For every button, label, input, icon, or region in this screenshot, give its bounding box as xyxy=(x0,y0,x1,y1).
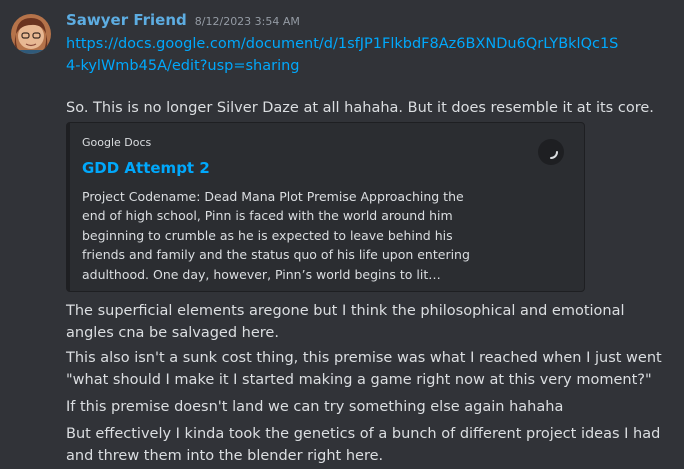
loading-spinner-icon xyxy=(538,139,564,165)
message-timestamp: 8/12/2023 3:54 AM xyxy=(194,15,300,28)
followup-message: The superficial elements aregone but I t… xyxy=(66,303,625,341)
embed-title[interactable]: GDD Attempt 2 xyxy=(82,159,210,177)
followup-message: But effectively I kinda took the genetic… xyxy=(66,426,661,464)
message-header: Sawyer Friend 8/12/2023 3:54 AM xyxy=(66,11,300,33)
document-link[interactable]: https://docs.google.com/document/d/1sfJP… xyxy=(66,33,626,77)
followup-message: This also isn't a sunk cost thing, this … xyxy=(66,350,662,388)
avatar-image xyxy=(11,14,51,54)
author-name[interactable]: Sawyer Friend xyxy=(66,11,187,29)
avatar[interactable] xyxy=(11,14,51,54)
embed-description: Project Codename: Dead Mana Plot Premise… xyxy=(82,189,470,282)
followup-message: If this premise doesn't land we can try … xyxy=(66,399,564,415)
link-embed: Google Docs GDD Attempt 2 Project Codena… xyxy=(66,122,585,292)
message-text: So. This is no longer Silver Daze at all… xyxy=(66,100,654,116)
embed-provider[interactable]: Google Docs xyxy=(82,136,151,149)
